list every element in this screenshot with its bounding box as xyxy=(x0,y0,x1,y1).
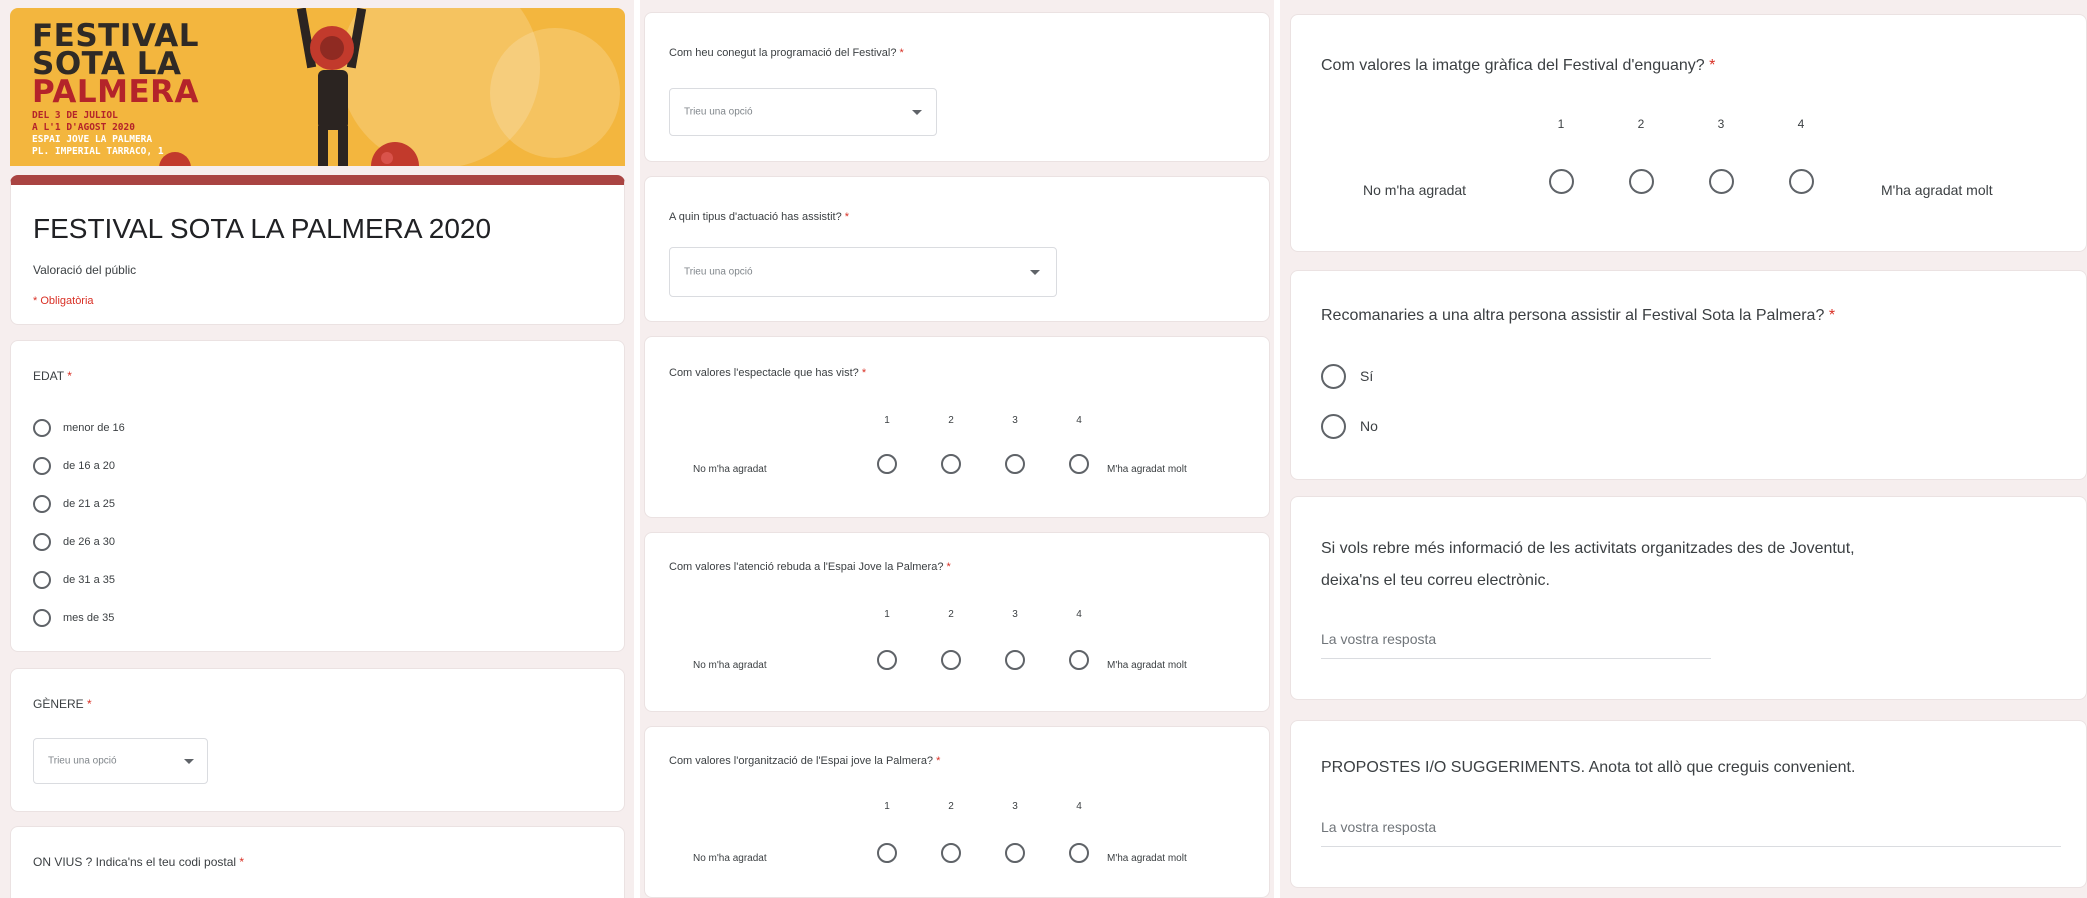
form-panel-middle: Com heu conegut la programació del Festi… xyxy=(640,0,1274,898)
postal-question-card: ON VIUS ? Indica'ns el teu codi postal * xyxy=(10,826,625,898)
rating-radio[interactable] xyxy=(877,650,897,670)
email-input[interactable]: La vostra resposta xyxy=(1321,627,1711,659)
image-rating-question: Com valores la imatge gràfica del Festiv… xyxy=(1321,57,1716,74)
performance-type-question: A quin tipus d'actuació has assistit? * xyxy=(669,211,850,223)
scale-radios xyxy=(855,454,1115,479)
email-card: Si vols rebre més informació de les acti… xyxy=(1290,496,2087,700)
festival-header-banner: FESTIVAL SOTA LA PALMERA DEL 3 DE JULIOL… xyxy=(10,8,625,166)
age-question: EDAT * xyxy=(33,369,72,383)
scale-high-label: M'ha agradat molt xyxy=(1881,182,1993,198)
banner-decor-circle xyxy=(490,28,620,158)
rating-radio[interactable] xyxy=(1005,843,1025,863)
recommend-option-no[interactable]: No xyxy=(1321,411,1378,441)
how-known-question: Com heu conegut la programació del Festi… xyxy=(669,47,904,59)
scale-high-label: M'ha agradat molt xyxy=(1107,660,1187,671)
form-title-card: FESTIVAL SOTA LA PALMERA 2020 Valoració … xyxy=(10,175,625,325)
dropdown-arrow-icon xyxy=(912,110,922,115)
form-title: FESTIVAL SOTA LA PALMERA 2020 xyxy=(33,213,492,244)
age-option[interactable]: de 21 a 25 xyxy=(33,485,125,523)
gender-question: GÈNERE * xyxy=(33,697,92,711)
form-panel-left: FESTIVAL SOTA LA PALMERA DEL 3 DE JULIOL… xyxy=(0,0,634,898)
radio-button[interactable] xyxy=(33,457,51,475)
age-option[interactable]: de 16 a 20 xyxy=(33,447,125,485)
scale-radios xyxy=(855,650,1115,675)
recommend-card: Recomanaries a una altra persona assisti… xyxy=(1290,270,2087,480)
gender-dropdown[interactable]: Trieu una opció xyxy=(33,738,208,784)
banner-title: FESTIVAL SOTA LA PALMERA xyxy=(32,18,200,110)
scale-numbers: 1 2 3 4 xyxy=(884,415,1082,426)
rating-radio[interactable] xyxy=(1069,843,1089,863)
rating-radio[interactable] xyxy=(1548,169,1574,194)
how-known-dropdown[interactable]: Trieu una opció xyxy=(669,88,937,136)
how-known-card: Com heu conegut la programació del Festi… xyxy=(644,12,1270,162)
rating-radio[interactable] xyxy=(877,843,897,863)
email-question: Si vols rebre més informació de les acti… xyxy=(1321,540,1855,589)
required-note: * Obligatòria xyxy=(33,295,94,307)
organization-rating-card: Com valores l'organització de l'Espai jo… xyxy=(644,726,1270,898)
radio-button[interactable] xyxy=(1321,413,1346,439)
gender-question-card: GÈNERE * Trieu una opció xyxy=(10,668,625,812)
age-option[interactable]: de 31 a 35 xyxy=(33,561,125,599)
rating-radio[interactable] xyxy=(941,843,961,863)
radio-button[interactable] xyxy=(33,419,51,437)
rating-radio[interactable] xyxy=(1005,650,1025,670)
attention-rating-question: Com valores l'atenció rebuda a l'Espai J… xyxy=(669,561,951,573)
attention-rating-card: Com valores l'atenció rebuda a l'Espai J… xyxy=(644,532,1270,712)
age-option[interactable]: de 26 a 30 xyxy=(33,523,125,561)
scale-low-label: No m'ha agradat xyxy=(693,853,767,864)
rating-radio[interactable] xyxy=(941,650,961,670)
scale-numbers: 1 2 3 4 xyxy=(884,609,1082,620)
postal-question: ON VIUS ? Indica'ns el teu codi postal * xyxy=(33,855,245,869)
radio-button[interactable] xyxy=(33,533,51,551)
scale-radios xyxy=(855,843,1115,868)
dropdown-arrow-icon xyxy=(184,759,194,764)
age-option[interactable]: mes de 35 xyxy=(33,599,125,637)
rating-radio[interactable] xyxy=(1069,650,1089,670)
performance-type-card: A quin tipus d'actuació has assistit? * … xyxy=(644,176,1270,322)
rating-radio[interactable] xyxy=(1708,169,1734,194)
proposals-card: PROPOSTES I/O SUGGERIMENTS. Anota tot al… xyxy=(1290,720,2087,888)
rating-radio[interactable] xyxy=(941,454,961,474)
performance-type-dropdown[interactable]: Trieu una opció xyxy=(669,247,1057,297)
tomato-illustration xyxy=(371,142,419,166)
rating-radio[interactable] xyxy=(1005,454,1025,474)
scale-high-label: M'ha agradat molt xyxy=(1107,853,1187,864)
scale-low-label: No m'ha agradat xyxy=(693,660,767,671)
scale-low-label: No m'ha agradat xyxy=(1363,182,1467,198)
rating-radio[interactable] xyxy=(1628,169,1654,194)
recommend-option-yes[interactable]: Sí xyxy=(1321,361,1373,391)
show-rating-question: Com valores l'espectacle que has vist? * xyxy=(669,367,867,379)
scale-low-label: No m'ha agradat xyxy=(693,464,767,475)
rating-radio[interactable] xyxy=(1069,454,1089,474)
age-options: menor de 16 de 16 a 20 de 21 a 25 de 26 … xyxy=(33,409,125,637)
form-description: Valoració del públic xyxy=(33,263,137,277)
scale-numbers: 1 2 3 4 xyxy=(1557,117,1805,131)
proposals-question: PROPOSTES I/O SUGGERIMENTS. Anota tot al… xyxy=(1321,759,1856,776)
proposals-input[interactable]: La vostra resposta xyxy=(1321,815,2061,847)
scale-numbers: 1 2 3 4 xyxy=(884,801,1082,812)
form-panel-right: Com valores la imatge gràfica del Festiv… xyxy=(1280,0,2087,898)
scale-high-label: M'ha agradat molt xyxy=(1107,464,1187,475)
scale-radios xyxy=(1521,169,1841,199)
banner-details: DEL 3 DE JULIOL A L'1 D'AGOST 2020 ESPAI… xyxy=(32,110,164,157)
radio-button[interactable] xyxy=(1321,363,1346,389)
image-rating-card: Com valores la imatge gràfica del Festiv… xyxy=(1290,14,2087,252)
radio-button[interactable] xyxy=(33,495,51,513)
radio-button[interactable] xyxy=(33,571,51,589)
organization-rating-question: Com valores l'organització de l'Espai jo… xyxy=(669,755,941,767)
show-rating-card: Com valores l'espectacle que has vist? *… xyxy=(644,336,1270,518)
age-option[interactable]: menor de 16 xyxy=(33,409,125,447)
rating-radio[interactable] xyxy=(1788,169,1814,194)
tomato-illustration xyxy=(159,152,191,166)
rating-radio[interactable] xyxy=(877,454,897,474)
radio-button[interactable] xyxy=(33,609,51,627)
age-question-card: EDAT * menor de 16 de 16 a 20 de 21 a 25… xyxy=(10,340,625,652)
recommend-question: Recomanaries a una altra persona assisti… xyxy=(1321,307,1836,324)
dropdown-arrow-icon xyxy=(1030,270,1040,275)
